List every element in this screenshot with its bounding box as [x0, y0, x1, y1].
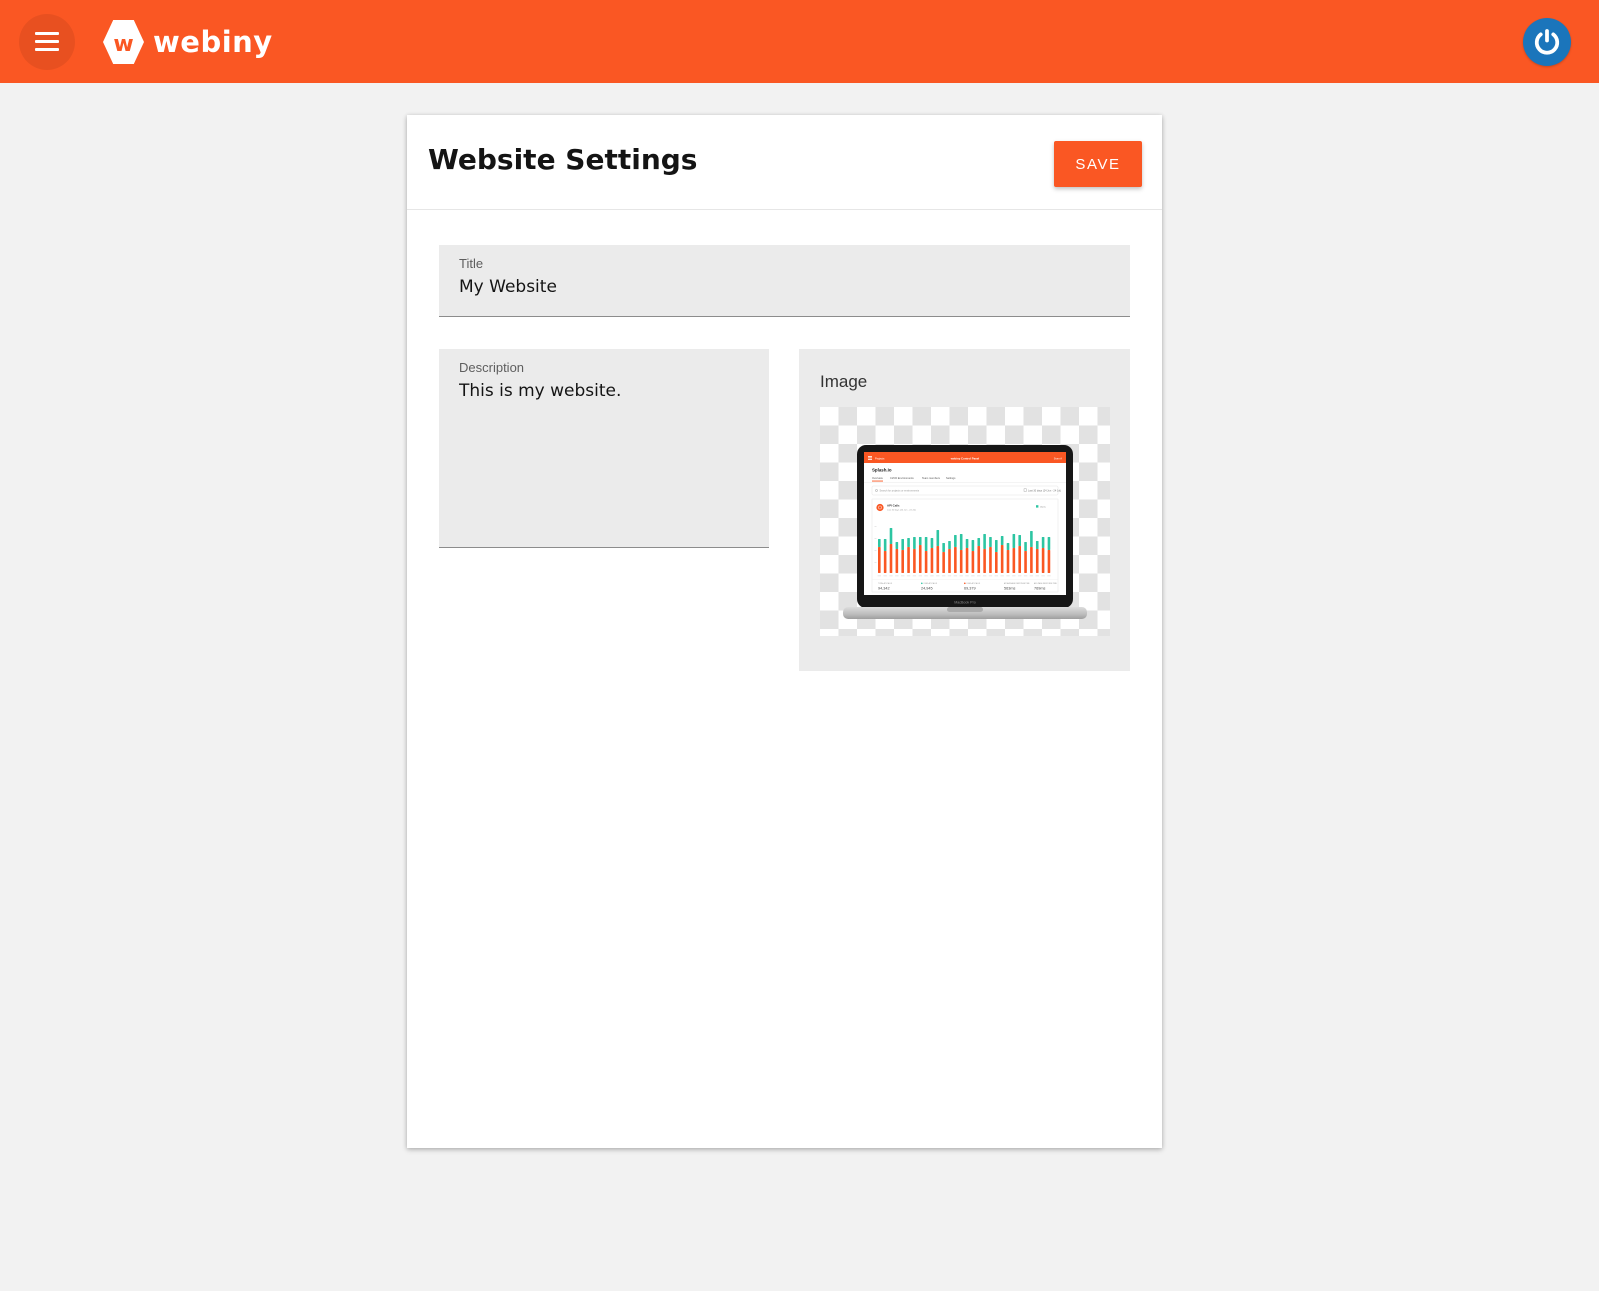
title-input[interactable] [459, 277, 1110, 297]
page-title: Website Settings [428, 143, 697, 176]
hamburger-menu-button[interactable] [19, 14, 75, 70]
laptop-notch [947, 607, 983, 612]
svg-text:USED API CALLS: USED API CALLS [924, 582, 938, 585]
svg-text:Overview: Overview [872, 476, 883, 480]
webiny-hexagon-icon: w [103, 20, 144, 64]
hamburger-icon [35, 32, 59, 35]
svg-text:webiny Control Panel: webiny Control Panel [950, 456, 980, 460]
settings-form: Title Description Image MacBook Pro [407, 210, 1162, 671]
svg-text:Search for projects or environ: Search for projects or environments [880, 490, 920, 493]
svg-text:AVG PAGE RESPONSE TIME: AVG PAGE RESPONSE TIME [1034, 582, 1058, 585]
svg-text:w: w [113, 32, 133, 57]
svg-text:Projects: Projects [875, 456, 885, 460]
svg-text:Users: Users [1040, 506, 1047, 509]
description-input[interactable] [459, 381, 749, 531]
svg-text:API Calls: API Calls [887, 504, 900, 508]
power-icon [1532, 27, 1562, 57]
title-field[interactable]: Title [439, 245, 1130, 317]
title-field-label: Title [459, 256, 1110, 271]
svg-text:24,945: 24,945 [921, 587, 933, 591]
svg-text:Last 30 days (24 Jun - 24 Jul): Last 30 days (24 Jun - 24 Jul) [1028, 490, 1061, 493]
laptop-device-label: MacBook Pro [954, 601, 976, 605]
image-preview[interactable]: MacBook Pro [820, 407, 1110, 636]
card-header: Website Settings SAVE [407, 115, 1162, 210]
website-settings-card: Website Settings SAVE Title Description … [407, 115, 1162, 1148]
svg-text:Sven A: Sven A [1054, 456, 1062, 460]
save-button[interactable]: SAVE [1054, 141, 1142, 187]
svg-text:Settings: Settings [946, 476, 956, 480]
description-field-label: Description [459, 360, 749, 375]
svg-text:USED API CALLS: USED API CALLS [967, 582, 981, 585]
logo-wordmark: webiny [153, 25, 273, 59]
svg-text:Last 30 days (24 Jun - 24 Jul): Last 30 days (24 Jun - 24 Jul) [887, 509, 916, 512]
svg-text:Splash.io: Splash.io [872, 468, 892, 473]
svg-text:769ms: 769ms [1034, 587, 1045, 591]
app-header: w webiny [0, 0, 1599, 83]
svg-text:CI/CD Environments: CI/CD Environments [890, 476, 914, 480]
user-avatar[interactable] [1523, 18, 1571, 66]
image-field-label: Image [820, 372, 1109, 392]
laptop-mockup-image: MacBook Pro [820, 407, 1110, 636]
webiny-logo: w webiny [103, 20, 273, 64]
svg-text:API AVERAGE RESPONSE TIME: API AVERAGE RESPONSE TIME [1004, 582, 1030, 585]
svg-text:69,379: 69,379 [964, 587, 976, 591]
svg-text:Team members: Team members [922, 476, 941, 480]
svg-text:563ms: 563ms [1004, 587, 1015, 591]
svg-text:TOTAL API CALLS: TOTAL API CALLS [878, 582, 893, 585]
description-field[interactable]: Description [439, 349, 769, 548]
svg-text:94,342: 94,342 [878, 587, 890, 591]
image-field: Image MacBook Pro [799, 349, 1130, 671]
